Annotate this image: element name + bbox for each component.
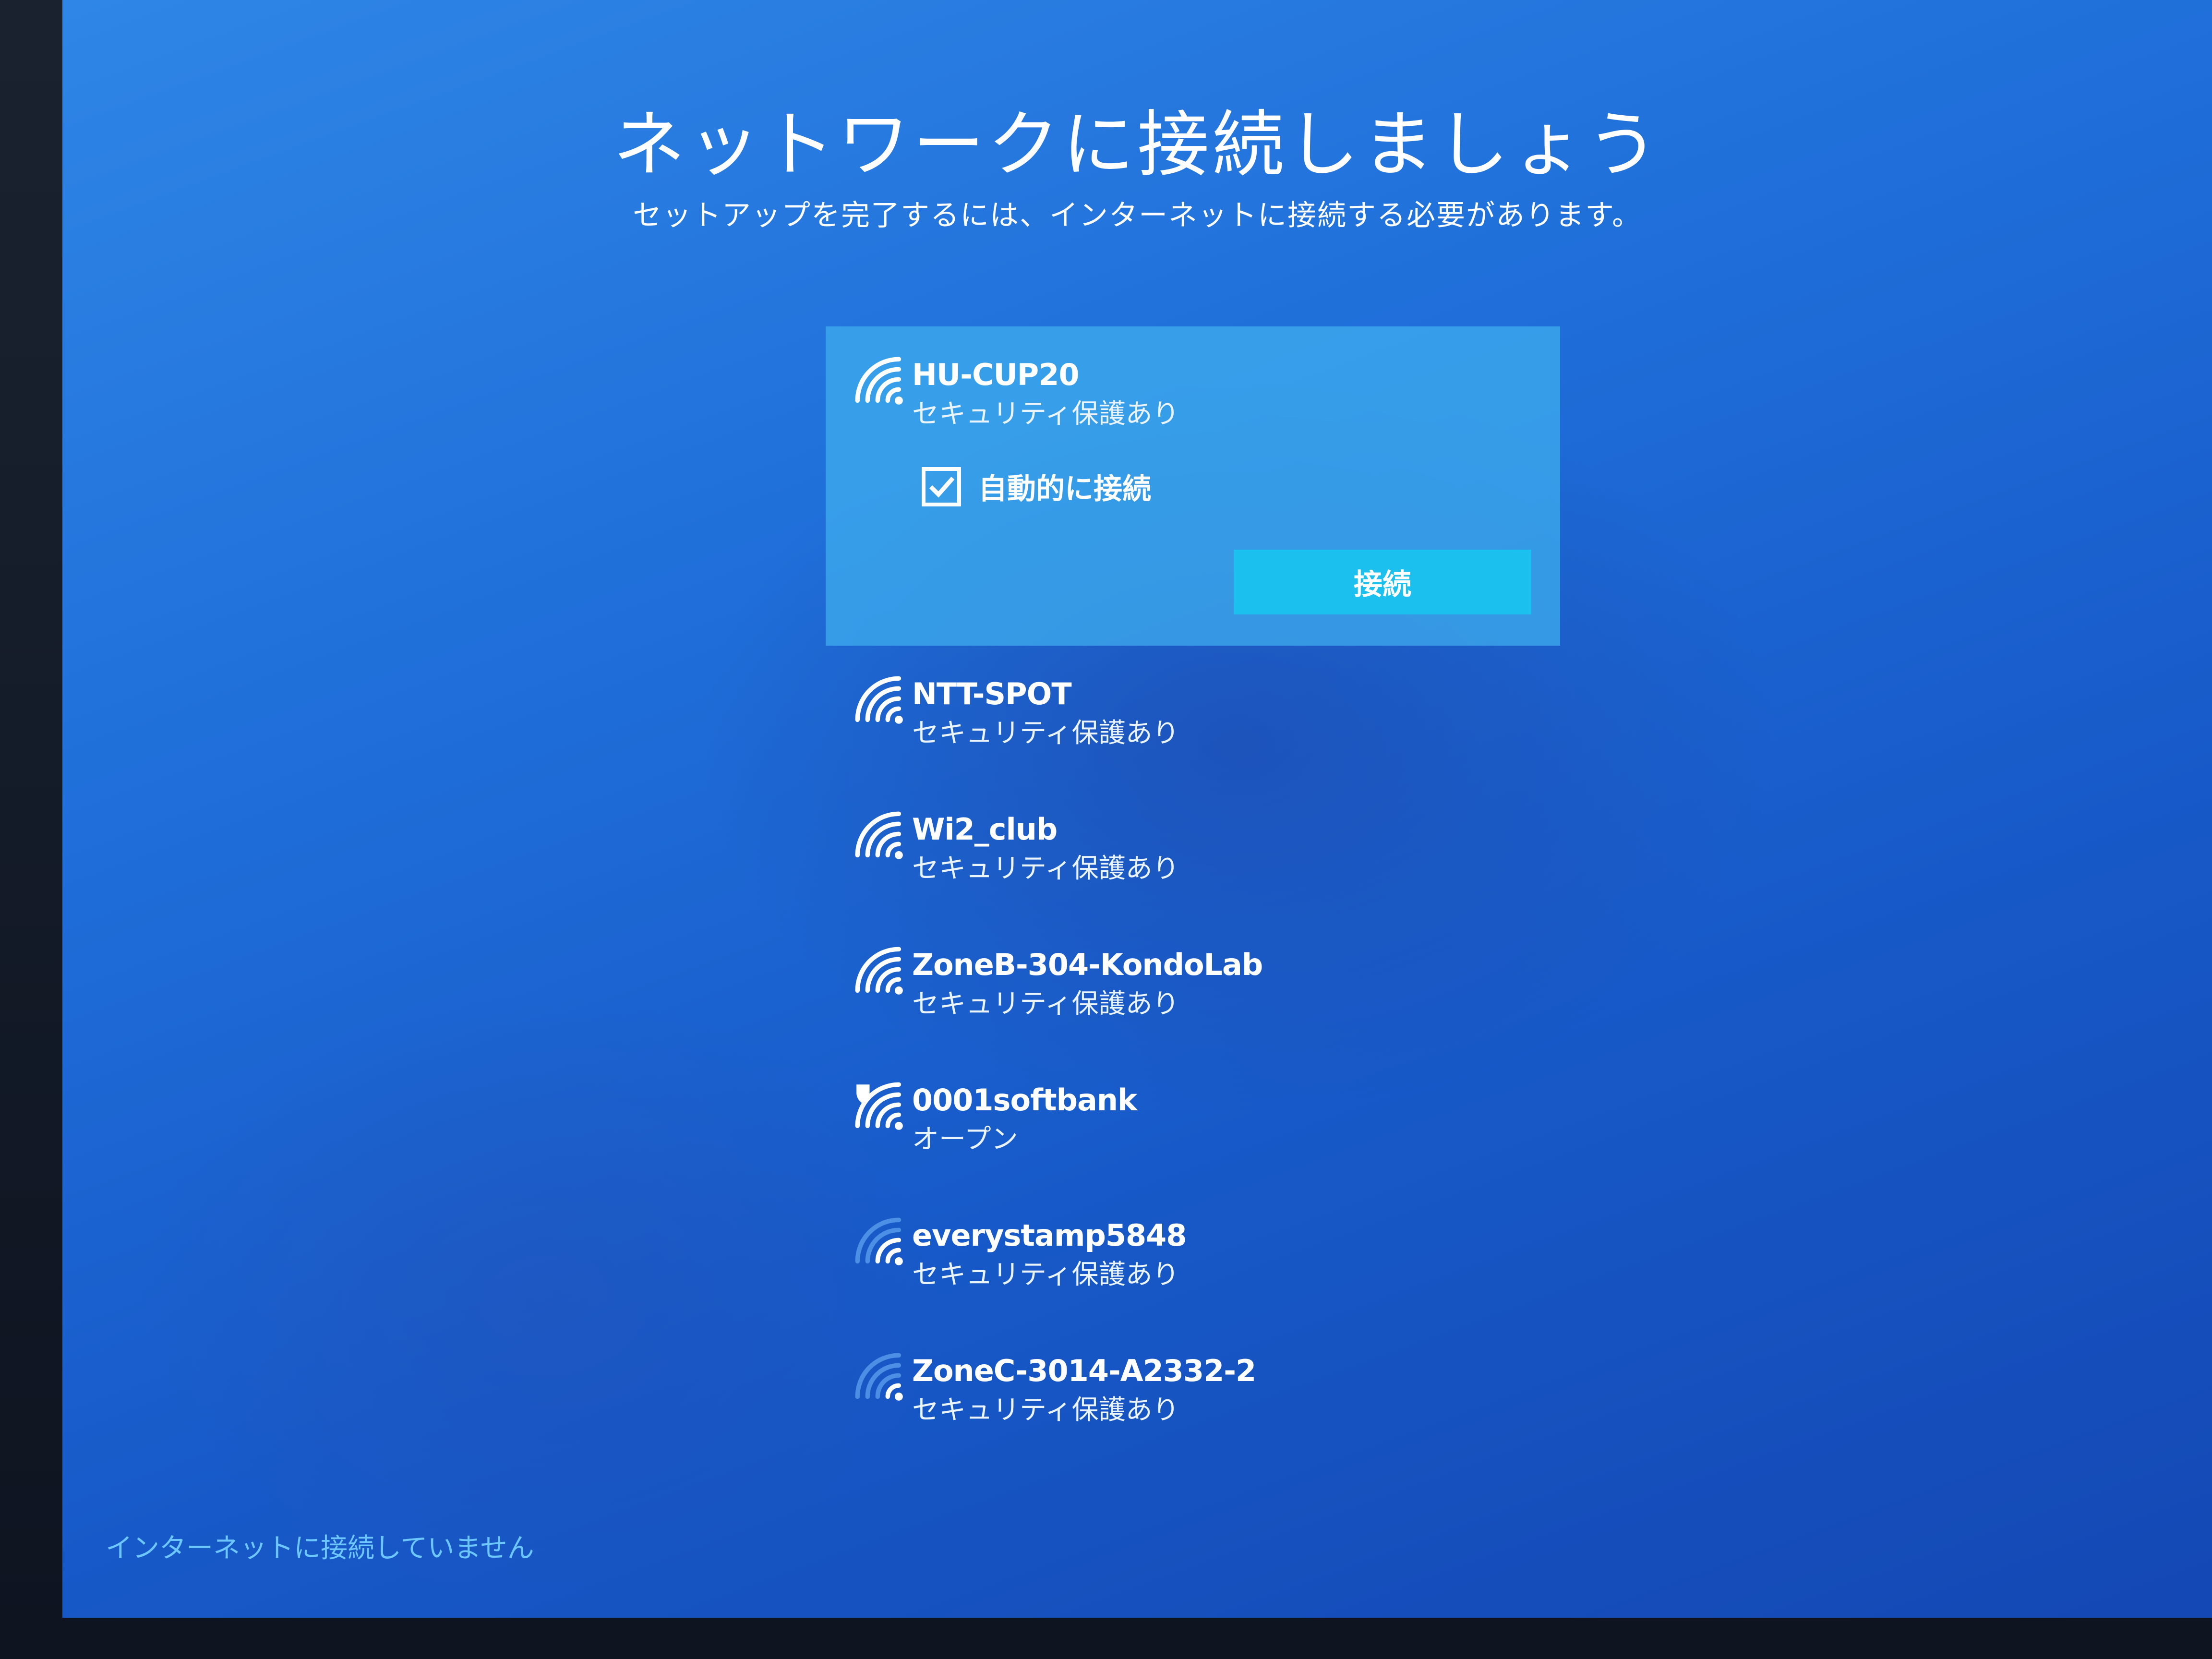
- network-item-hu-cup20[interactable]: HU-CUP20 セキュリティ保護あり 自動的に接続 接続: [826, 326, 1560, 646]
- network-item-ntt-spot[interactable]: NTT-SPOT セキュリティ保護あり: [826, 646, 1560, 781]
- network-item-zonec-3014-a2332-2[interactable]: ZoneC-3014-A2332-2 セキュリティ保護あり: [826, 1322, 1560, 1458]
- network-name: NTT-SPOT: [912, 676, 1072, 711]
- checkbox-checked-icon[interactable]: [922, 467, 961, 506]
- network-security-status: セキュリティ保護あり: [912, 398, 1179, 430]
- wifi-open-icon: [855, 1082, 903, 1130]
- network-name: HU-CUP20: [912, 357, 1080, 392]
- network-security-status: セキュリティ保護あり: [912, 1259, 1179, 1290]
- network-item-zoneb-304-kondolab[interactable]: ZoneB-304-KondoLab セキュリティ保護あり: [826, 916, 1560, 1052]
- network-name: everystamp5848: [912, 1218, 1187, 1253]
- network-security-status: セキュリティ保護あり: [912, 853, 1179, 884]
- network-item-everystamp5848[interactable]: everystamp5848 セキュリティ保護あり: [826, 1187, 1560, 1322]
- wifi-secured-icon: [855, 357, 903, 405]
- network-security-status: セキュリティ保護あり: [912, 988, 1179, 1020]
- wifi-secured-icon: [855, 947, 903, 995]
- wifi-secured-icon: [855, 1217, 903, 1265]
- network-security-status: オープン: [912, 1124, 1018, 1155]
- wifi-secured-icon: [855, 811, 903, 859]
- network-name: ZoneC-3014-A2332-2: [912, 1353, 1256, 1388]
- network-name: 0001softbank: [912, 1082, 1137, 1118]
- connection-status-text: インターネットに接続していません: [106, 1533, 534, 1564]
- wifi-signal-dot: [895, 1257, 903, 1265]
- network-name: Wi2_club: [912, 812, 1058, 847]
- network-item-0001softbank[interactable]: 0001softbank オープン: [826, 1052, 1560, 1187]
- page-title: ネットワークに接続しましょう: [613, 103, 1661, 187]
- network-name: ZoneB-304-KondoLab: [912, 947, 1263, 982]
- network-setup-page: ネットワークに接続しましょう セットアップを完了するには、インターネットに接続す…: [62, 0, 2212, 1618]
- wifi-signal-dot: [895, 716, 903, 724]
- page-subtitle: セットアップを完了するには、インターネットに接続する必要があります。: [633, 199, 1642, 232]
- wifi-signal-dot: [895, 851, 903, 859]
- wifi-signal-dot: [895, 1122, 903, 1130]
- network-security-status: セキュリティ保護あり: [912, 718, 1179, 749]
- wifi-signal-dot: [895, 986, 903, 995]
- network-list: HU-CUP20 セキュリティ保護あり 自動的に接続 接続 NTT-SPOT セ…: [826, 326, 1623, 1458]
- network-item-wi2-club[interactable]: Wi2_club セキュリティ保護あり: [826, 781, 1560, 916]
- auto-connect-checkbox[interactable]: 自動的に接続: [922, 466, 1151, 507]
- network-security-status: セキュリティ保護あり: [912, 1395, 1179, 1426]
- screen: ネットワークに接続しましょう セットアップを完了するには、インターネットに接続す…: [62, 0, 2212, 1618]
- wifi-secured-icon: [855, 676, 903, 724]
- auto-connect-label: 自動的に接続: [978, 472, 1151, 506]
- wifi-secured-icon: [855, 1353, 903, 1401]
- wifi-signal-dot: [895, 1393, 903, 1401]
- wifi-signal-dot: [895, 397, 903, 405]
- connect-button[interactable]: 接続: [1234, 550, 1531, 614]
